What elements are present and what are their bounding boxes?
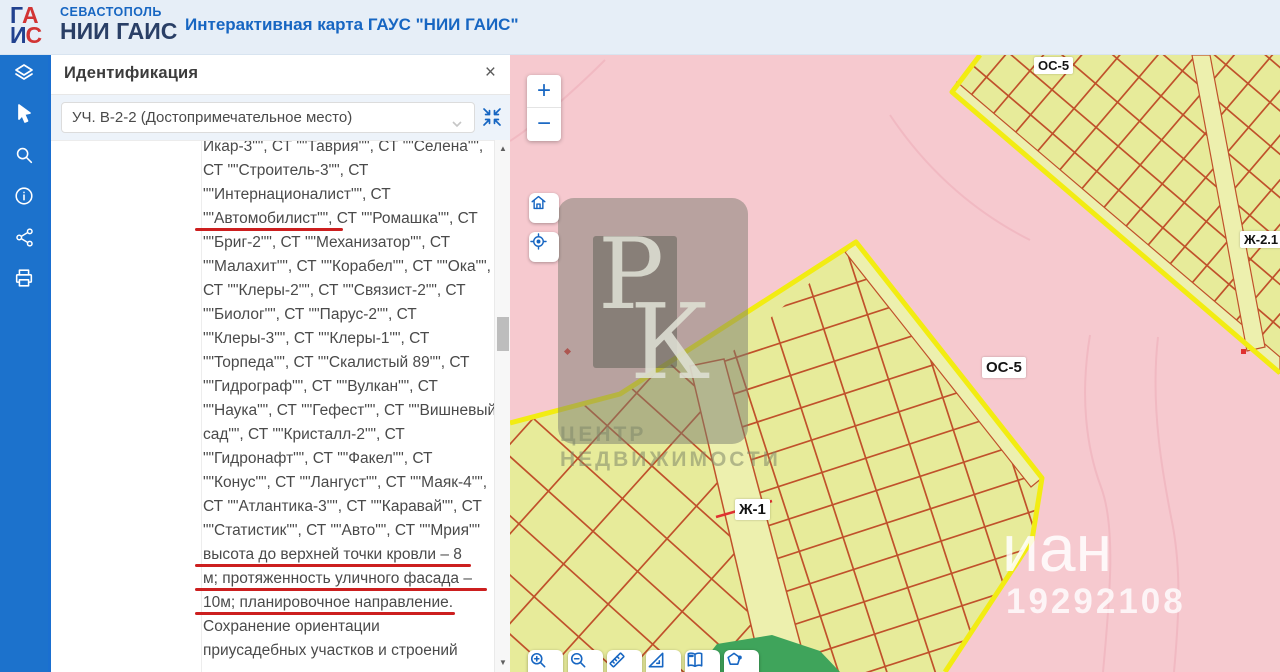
watermark-corner-word: иан	[1002, 510, 1112, 586]
zone-label: Ж-1	[735, 499, 770, 520]
watermark-corner-number: 19292108	[1006, 582, 1186, 622]
attribute-text-line: 10м; планировочное направление.	[203, 591, 491, 615]
scrollbar-thumb[interactable]	[497, 317, 509, 351]
attribute-text-line: сад"", СТ ""Кристалл-2"", СТ	[203, 423, 491, 447]
attribute-text-line: ""Наука"", СТ ""Гефест"", СТ ""Вишневый	[203, 399, 491, 423]
application-window: ГА ИС СЕВАСТОПОЛЬ НИИ ГАИС Интерактивная…	[0, 0, 1280, 672]
basemap-switch-tool[interactable]	[685, 650, 720, 672]
cursor-arrow-icon	[12, 102, 36, 131]
zoom-out-button[interactable]: −	[527, 108, 561, 141]
locate-me-button[interactable]	[529, 232, 559, 262]
attribute-text-line: ""Торпеда"", СТ ""Скалистый 89"", СТ	[203, 351, 491, 375]
attribute-text-line: ""Гидронафт"", СТ ""Факел"", СТ	[203, 447, 491, 471]
panel-title: Идентификация	[64, 64, 198, 83]
attribute-text-line: СТ ""Атлантика-3"", СТ ""Каравай"", СТ	[203, 495, 491, 519]
print-icon	[13, 267, 35, 294]
home-extent-button[interactable]	[529, 193, 559, 223]
zoom-in-button[interactable]: +	[527, 75, 561, 108]
attribute-text-line: приусадебных участков и строений	[203, 639, 491, 663]
attribute-text-line: ""Клеры-3"", СТ ""Клеры-1"", СТ	[203, 327, 491, 351]
panel-scrollbar[interactable]: ▲ ▼	[494, 140, 510, 672]
print-button[interactable]	[0, 260, 48, 301]
tool-sidebar	[0, 55, 48, 672]
attribute-text-line: ""Бриг-2"", СТ ""Механизатор"", СТ	[203, 231, 491, 255]
attribute-text-line: высота до верхней точки кровли – 8	[203, 543, 491, 567]
layers-button[interactable]	[0, 55, 48, 96]
gais-logo: ГА ИС	[10, 5, 56, 49]
close-icon[interactable]: ×	[485, 62, 496, 84]
attribute-text-line: ""Интернационалист"", СТ	[203, 183, 491, 207]
attribute-text-line: Икар-3"", СТ ""Таврия"", СТ ""Селена"",	[203, 140, 491, 159]
zone-label: Ж-2.1	[1240, 231, 1280, 248]
scroll-up-icon[interactable]: ▲	[495, 142, 511, 156]
attribute-text-line: ""Биолог"", СТ ""Парус-2"", СТ	[203, 303, 491, 327]
attribute-text-line: ""Конус"", СТ ""Лангуст"", СТ ""Маяк-4""…	[203, 471, 491, 495]
draw-polygon-tool[interactable]	[724, 650, 759, 672]
info-button[interactable]	[0, 178, 48, 219]
map-zoom-in-tool[interactable]	[528, 650, 563, 672]
attributes-scroll-area[interactable]: Икар-3"", СТ ""Таврия"", СТ ""Селена"",С…	[51, 140, 494, 672]
collapse-arrows-icon	[482, 114, 502, 131]
info-icon	[13, 185, 35, 212]
watermark-center-line1: ЦЕНТР	[560, 423, 646, 447]
search-button[interactable]	[0, 137, 48, 178]
identification-panel: Идентификация × УЧ. В-2-2 (Достопримечат…	[48, 55, 510, 672]
brand-org: НИИ ГАИС	[60, 19, 177, 43]
object-select[interactable]: УЧ. В-2-2 (Достопримечательное место)	[61, 102, 475, 133]
share-icon	[14, 227, 35, 253]
attribute-value-lines: Икар-3"", СТ ""Таврия"", СТ ""Селена"",С…	[203, 140, 491, 663]
panel-title-row: Идентификация ×	[51, 55, 510, 95]
share-button[interactable]	[0, 219, 48, 260]
zone-label: ОС-5	[1034, 57, 1073, 74]
search-icon	[13, 144, 35, 171]
measure-distance-tool[interactable]	[607, 650, 642, 672]
attribute-text-line: ""Малахит"", СТ ""Корабел"", СТ ""Ока"",	[203, 255, 491, 279]
attribute-text-line: Сохранение ориентации	[203, 615, 491, 639]
map-zoom-out-tool[interactable]	[568, 650, 603, 672]
object-selector-row: УЧ. В-2-2 (Достопримечательное место)	[51, 95, 510, 140]
brand-city: СЕВАСТОПОЛЬ	[60, 5, 177, 19]
app-header: ГА ИС СЕВАСТОПОЛЬ НИИ ГАИС Интерактивная…	[0, 0, 1280, 55]
attribute-text-line: СТ ""Строитель-3"", СТ	[203, 159, 491, 183]
map-canvas[interactable]: Р К ЦЕНТР НЕДВИЖИМОСТИ иан 19292108 + −	[510, 55, 1280, 672]
attribute-text-line: м; протяженность уличного фасада –	[203, 567, 491, 591]
zoom-control: + −	[527, 75, 561, 141]
attribute-text-line: ""Гидрограф"", СТ ""Вулкан"", СТ	[203, 375, 491, 399]
collapse-panel-button[interactable]	[482, 107, 502, 127]
brand-text: СЕВАСТОПОЛЬ НИИ ГАИС	[60, 5, 177, 43]
attribute-column-divider	[201, 141, 202, 672]
zone-label: ОС-5	[982, 357, 1026, 378]
chevron-down-icon	[450, 112, 464, 141]
watermark-monogram-box: Р К	[558, 198, 748, 444]
scroll-down-icon[interactable]: ▼	[495, 656, 511, 670]
measure-area-tool[interactable]	[646, 650, 681, 672]
object-select-value: УЧ. В-2-2 (Достопримечательное место)	[72, 109, 352, 126]
layers-icon	[12, 61, 36, 90]
attribute-text-line: ""Автомобилист"", СТ ""Ромашка"", СТ	[203, 207, 491, 231]
identify-pointer-button[interactable]	[0, 96, 48, 137]
watermark-letter-k: К	[630, 290, 711, 394]
attribute-text-line: СТ ""Клеры-2"", СТ ""Связист-2"", СТ	[203, 279, 491, 303]
page-title: Интерактивная карта ГАУС "НИИ ГАИС"	[185, 15, 519, 35]
watermark-center-line2: НЕДВИЖИМОСТИ	[560, 448, 781, 472]
attribute-text-line: ""Статистик"", СТ ""Авто"", СТ ""Мрия""	[203, 519, 491, 543]
